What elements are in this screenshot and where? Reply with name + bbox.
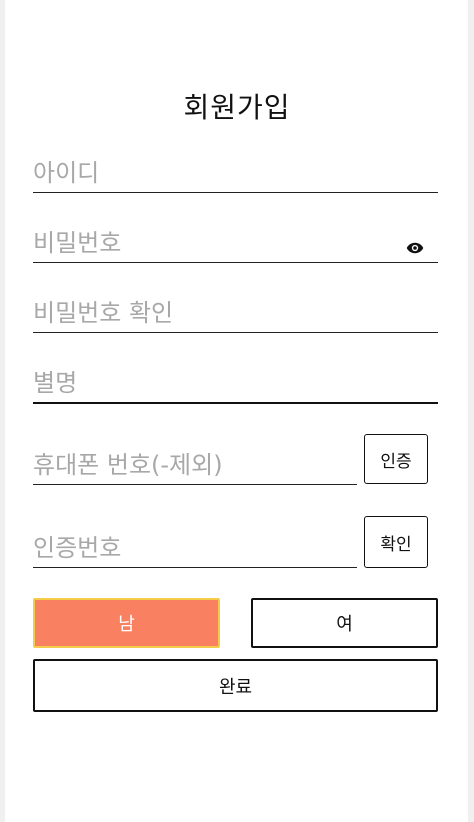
verify-code-placeholder: 인증번호 — [33, 534, 122, 562]
eye-icon[interactable] — [406, 242, 424, 254]
done-button[interactable]: 완료 — [33, 659, 438, 712]
female-button[interactable]: 여 — [251, 598, 438, 648]
page-title: 회원가입 — [183, 91, 291, 124]
password-placeholder: 비밀번호 — [33, 229, 122, 257]
id-placeholder: 아이디 — [33, 159, 100, 187]
verify-code-input[interactable]: 인증번호 — [33, 533, 357, 568]
nickname-placeholder: 별명 — [33, 369, 78, 397]
phone-placeholder: 휴대폰 번호(-제외) — [33, 451, 223, 479]
password-confirm-input[interactable]: 비밀번호 확인 — [33, 298, 438, 333]
verify-request-button[interactable]: 인증 — [364, 434, 428, 484]
id-input[interactable]: 아이디 — [33, 158, 438, 193]
password-input[interactable]: 비밀번호 — [33, 228, 438, 263]
male-button[interactable]: 남 — [33, 598, 220, 648]
verify-confirm-button[interactable]: 확인 — [364, 516, 428, 568]
password-confirm-placeholder: 비밀번호 확인 — [33, 299, 174, 327]
nickname-input[interactable]: 별명 — [33, 368, 438, 404]
phone-input[interactable]: 휴대폰 번호(-제외) — [33, 450, 357, 485]
